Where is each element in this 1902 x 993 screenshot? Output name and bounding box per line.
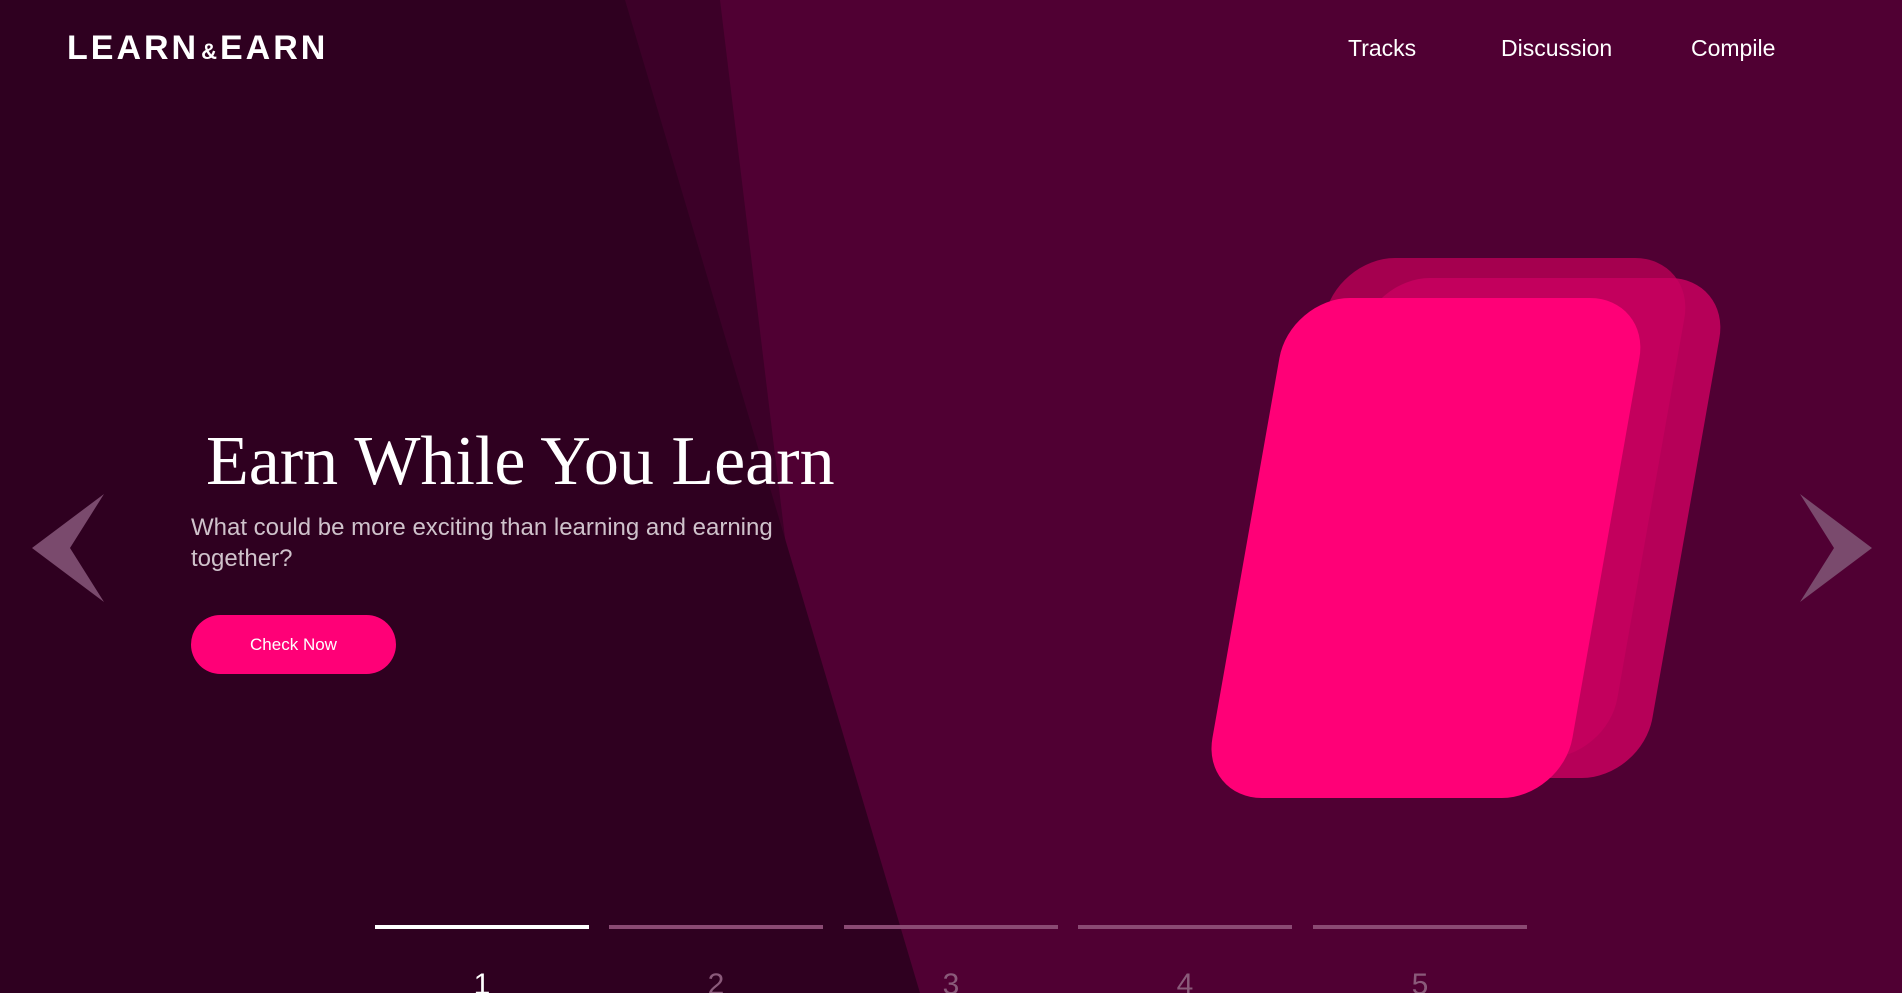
- chevron-left-icon: [32, 494, 104, 602]
- chevron-right-icon: [1800, 494, 1872, 602]
- slide-indicator-bar-4[interactable]: [1078, 925, 1292, 929]
- next-slide-button[interactable]: [1796, 490, 1872, 606]
- slide-number-2[interactable]: 2: [609, 968, 823, 993]
- nav-link-compile[interactable]: Compile: [1691, 34, 1775, 62]
- slide-number-1[interactable]: 1: [375, 968, 589, 993]
- slide-number-5[interactable]: 5: [1313, 968, 1527, 993]
- hero-page: LEARN&EARN Tracks Discussion Compile Ear…: [0, 0, 1902, 993]
- slide-indicator-bar-2[interactable]: [609, 925, 823, 929]
- hero-title: Earn While You Learn: [206, 423, 835, 500]
- slide-indicator-bar-5[interactable]: [1313, 925, 1527, 929]
- slide-indicator-bar-3[interactable]: [844, 925, 1058, 929]
- check-now-button[interactable]: Check Now: [191, 615, 396, 674]
- slide-indicator-bar-1[interactable]: [375, 925, 589, 929]
- slide-number-3[interactable]: 3: [844, 968, 1058, 993]
- nav-link-discussion[interactable]: Discussion: [1501, 34, 1612, 62]
- nav-link-tracks[interactable]: Tracks: [1348, 34, 1416, 62]
- previous-slide-button[interactable]: [32, 490, 108, 606]
- slide-number-4[interactable]: 4: [1078, 968, 1292, 993]
- hero-subtitle: What could be more exciting than learnin…: [191, 514, 773, 572]
- top-navigation: Tracks Discussion Compile: [0, 34, 1902, 64]
